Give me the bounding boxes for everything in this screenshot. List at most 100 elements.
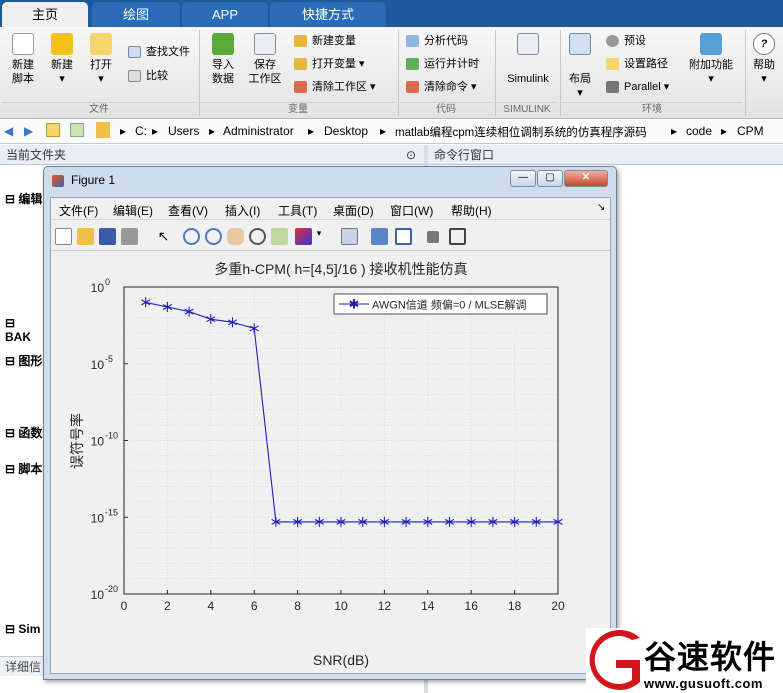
folder-section[interactable]: ⊟ 编辑 xyxy=(5,190,42,207)
y-tick-label: 10 xyxy=(91,435,105,449)
x-tick-label: 14 xyxy=(421,599,435,613)
back-icon[interactable]: ◀ xyxy=(4,124,13,138)
run-and-time-button[interactable]: 运行并计时 xyxy=(404,55,479,73)
folder-section[interactable]: ⊟ 函数 xyxy=(5,424,42,441)
tab-plots[interactable]: 绘图 xyxy=(92,2,180,27)
tab-shortcuts[interactable]: 快捷方式 xyxy=(270,2,386,27)
link-plot-icon[interactable] xyxy=(341,228,358,245)
menu-view[interactable]: 查看(V) xyxy=(168,202,208,219)
data-point xyxy=(184,306,194,317)
save-icon[interactable] xyxy=(99,228,116,245)
new-variable-icon xyxy=(294,35,307,47)
breadcrumb-item[interactable]: Administrator xyxy=(223,124,294,138)
menu-desktop[interactable]: 桌面(D) xyxy=(333,202,374,219)
compare-button[interactable]: 比较 xyxy=(126,67,168,85)
help-button[interactable]: ? 帮助 ▾ xyxy=(749,33,779,86)
print-icon[interactable] xyxy=(121,228,138,245)
open-variable-button[interactable]: 打开变量 ▾ xyxy=(292,55,365,73)
brand-logo-icon xyxy=(589,630,640,690)
parallel-button[interactable]: Parallel ▾ xyxy=(604,78,669,96)
y-axis: 10 010 -510 -1010 -1510 -20 xyxy=(91,277,128,602)
menu-insert[interactable]: 插入(I) xyxy=(225,202,260,219)
x-tick-label: 18 xyxy=(508,599,522,613)
layout-button[interactable]: 布局 ▾ xyxy=(564,33,596,100)
gear-icon xyxy=(606,35,619,47)
open-button[interactable]: 打开 ▾ xyxy=(84,33,118,86)
breadcrumb-item[interactable]: matlab编程cpm连续相位调制系统的仿真程序源码 xyxy=(395,124,647,140)
import-data-button[interactable]: 导入 数据 xyxy=(204,33,242,86)
new-script-button[interactable]: 新建 脚本 xyxy=(4,33,42,86)
rotate-3d-icon[interactable] xyxy=(249,228,266,245)
analyze-code-icon xyxy=(406,35,419,47)
figure-window: Figure 1 — ▢ ✕ 文件(F) 编辑(E) 查看(V) 插入(I) 工… xyxy=(43,166,617,680)
simulink-button[interactable]: Simulink xyxy=(500,33,556,86)
new-button[interactable]: 新建 ▾ xyxy=(46,33,78,86)
breadcrumb-item[interactable]: Users xyxy=(168,124,199,138)
zoom-in-icon[interactable] xyxy=(183,228,200,245)
zoom-out-icon[interactable] xyxy=(205,228,222,245)
new-variable-button[interactable]: 新建变量 xyxy=(292,32,356,50)
menu-tools[interactable]: 工具(T) xyxy=(278,202,317,219)
menu-file[interactable]: 文件(F) xyxy=(59,202,98,219)
find-files-button[interactable]: 查找文件 xyxy=(126,43,190,61)
add-ons-button[interactable]: 附加功能 ▾ xyxy=(686,33,736,86)
menu-window[interactable]: 窗口(W) xyxy=(390,202,433,219)
folder-section[interactable]: ⊟ Sim xyxy=(5,622,40,636)
maximize-button[interactable]: ▢ xyxy=(537,170,563,187)
up-folder-icon[interactable] xyxy=(46,123,60,137)
clear-commands-button[interactable]: 清除命令 ▾ xyxy=(404,78,477,96)
folder-section[interactable]: ⊟ BAK xyxy=(5,316,43,344)
minimize-button[interactable]: — xyxy=(510,170,536,187)
data-cursor-icon[interactable] xyxy=(271,228,288,245)
series-line xyxy=(145,301,558,523)
dock-icon[interactable]: ↘ xyxy=(597,202,605,213)
chart-title: 多重h-CPM( h=[4,5]/16 ) 接收机性能仿真 xyxy=(214,261,467,277)
y-tick-exponent: 0 xyxy=(105,277,110,287)
breadcrumb-item[interactable]: code xyxy=(686,124,712,138)
tab-home[interactable]: 主页 xyxy=(2,2,88,27)
help-icon: ? xyxy=(753,33,775,55)
menu-help[interactable]: 帮助(H) xyxy=(451,202,492,219)
tab-bar: 主页 绘图 APP 快捷方式 xyxy=(0,0,783,27)
new-figure-icon[interactable] xyxy=(55,228,72,245)
open-file-icon[interactable] xyxy=(77,228,94,245)
pan-hand-icon[interactable] xyxy=(227,228,244,245)
breadcrumb-item[interactable]: CPM xyxy=(737,124,764,138)
chevron-down-icon[interactable]: ▾ xyxy=(315,228,323,245)
tab-apps[interactable]: APP xyxy=(182,2,268,27)
show-plot-tools-icon[interactable] xyxy=(449,228,466,245)
save-workspace-button[interactable]: 保存 工作区 xyxy=(246,33,284,86)
legend-icon[interactable] xyxy=(395,228,412,245)
menu-edit[interactable]: 编辑(E) xyxy=(113,202,153,219)
figure-body: 文件(F) 编辑(E) 查看(V) 插入(I) 工具(T) 桌面(D) 窗口(W… xyxy=(50,197,611,674)
layout-icon xyxy=(569,33,591,55)
chevron-down-icon[interactable]: ⊙ xyxy=(406,145,416,165)
current-folder-panel: ⊟ 编辑 ⊟ BAK ⊟ 图形 ⊟ 函数 ⊟ 脚本 ⊟ Sim 详细信 xyxy=(0,166,43,693)
hide-plot-tools-icon[interactable] xyxy=(427,231,439,243)
pointer-icon[interactable]: ↖ xyxy=(155,228,172,245)
browse-icon[interactable] xyxy=(70,123,84,137)
analyze-code-button[interactable]: 分析代码 xyxy=(404,32,468,50)
group-code-label: 代码 xyxy=(400,102,492,117)
forward-icon[interactable]: ▶ xyxy=(24,124,33,138)
figure-menu-bar: 文件(F) 编辑(E) 查看(V) 插入(I) 工具(T) 桌面(D) 窗口(W… xyxy=(51,198,610,220)
clear-workspace-button[interactable]: 清除工作区 ▾ xyxy=(292,78,376,96)
data-point xyxy=(162,301,172,312)
simulink-icon xyxy=(517,33,539,55)
import-arrow-icon xyxy=(212,33,234,55)
folder-section[interactable]: ⊟ 图形 xyxy=(5,352,42,369)
set-path-button[interactable]: 设置路径 xyxy=(604,55,668,73)
preferences-button[interactable]: 预设 xyxy=(604,32,646,50)
close-button[interactable]: ✕ xyxy=(564,170,608,187)
y-tick-exponent: -20 xyxy=(105,584,118,594)
divider xyxy=(495,30,496,116)
data-point xyxy=(249,323,259,334)
colorbar-icon[interactable] xyxy=(371,228,388,245)
legend[interactable]: ✱ AWGN信道 频偏=0 / MLSE解调 xyxy=(333,293,548,315)
breadcrumb-item[interactable]: C: xyxy=(135,124,147,138)
breadcrumb-item[interactable]: Desktop xyxy=(324,124,368,138)
brush-icon[interactable] xyxy=(295,228,312,245)
parallel-icon xyxy=(606,81,619,93)
figure-title: Figure 1 xyxy=(71,173,116,187)
folder-section[interactable]: ⊟ 脚本 xyxy=(5,460,42,477)
